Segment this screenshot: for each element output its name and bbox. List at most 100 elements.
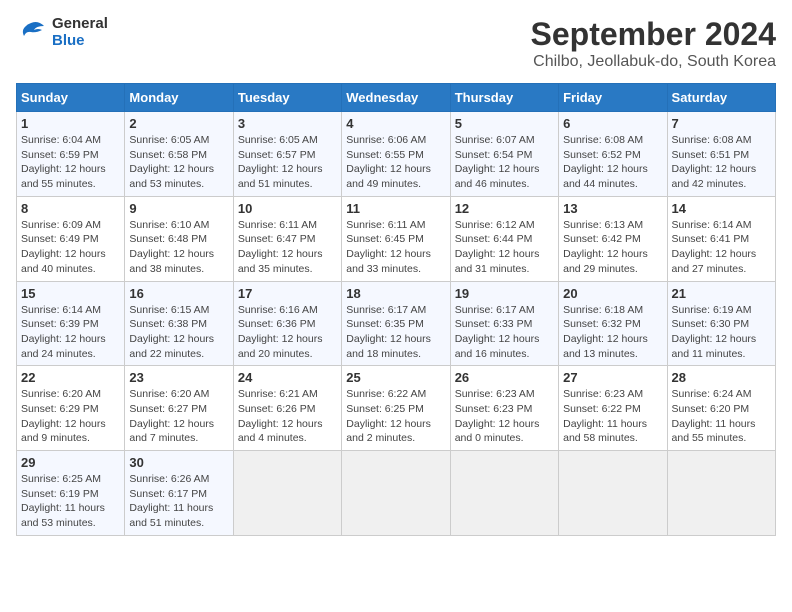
calendar-cell: 12 Sunrise: 6:12 AMSunset: 6:44 PMDayligh… [450,196,558,281]
page-header: General Blue September 2024 Chilbo, Jeol… [16,16,776,71]
calendar-cell: 7 Sunrise: 6:08 AMSunset: 6:51 PMDaylight… [667,112,775,197]
day-number: 23 [129,370,228,385]
calendar-cell: 4Sunrise: 6:06 AMSunset: 6:55 PMDaylight… [342,112,450,197]
day-number: 9 [129,201,228,216]
day-detail: Sunrise: 6:20 AMSunset: 6:27 PMDaylight:… [129,387,228,446]
calendar-table: SundayMondayTuesdayWednesdayThursdayFrid… [16,83,776,536]
calendar-cell: 1 Sunrise: 6:04 AMSunset: 6:59 PMDaylight… [17,112,125,197]
day-detail: Sunrise: 6:08 AMSunset: 6:52 PMDaylight:… [563,133,662,192]
day-number: 5 [455,116,554,131]
calendar-week-row: 22Sunrise: 6:20 AMSunset: 6:29 PMDayligh… [17,366,776,451]
day-detail: Sunrise: 6:12 AMSunset: 6:44 PMDaylight:… [455,218,554,277]
day-number: 22 [21,370,120,385]
day-number: 3 [238,116,337,131]
day-detail: Sunrise: 6:14 AMSunset: 6:41 PMDaylight:… [672,218,771,277]
calendar-week-row: 1 Sunrise: 6:04 AMSunset: 6:59 PMDaylight… [17,112,776,197]
day-number: 15 [21,286,120,301]
day-detail: Sunrise: 6:11 AMSunset: 6:45 PMDaylight:… [346,218,445,277]
calendar-cell: 30 Sunrise: 6:26 AMSunset: 6:17 PMDayligh… [125,451,233,536]
day-detail: Sunrise: 6:17 AMSunset: 6:35 PMDaylight:… [346,303,445,362]
calendar-cell: 6 Sunrise: 6:08 AMSunset: 6:52 PMDaylight… [559,112,667,197]
weekday-header-friday: Friday [559,84,667,112]
day-number: 19 [455,286,554,301]
calendar-cell: 19 Sunrise: 6:17 AMSunset: 6:33 PMDayligh… [450,281,558,366]
day-number: 1 [21,116,120,131]
day-number: 24 [238,370,337,385]
day-number: 21 [672,286,771,301]
day-detail: Sunrise: 6:06 AMSunset: 6:55 PMDaylight:… [346,133,445,192]
day-number: 13 [563,201,662,216]
calendar-cell [450,451,558,536]
logo: General Blue [16,16,108,49]
calendar-cell: 3Sunrise: 6:05 AMSunset: 6:57 PMDaylight… [233,112,341,197]
day-number: 29 [21,455,120,470]
calendar-cell: 18 Sunrise: 6:17 AMSunset: 6:35 PMDayligh… [342,281,450,366]
calendar-cell: 13Sunrise: 6:13 AMSunset: 6:42 PMDayligh… [559,196,667,281]
calendar-cell: 25 Sunrise: 6:22 AMSunset: 6:25 PMDayligh… [342,366,450,451]
weekday-header-wednesday: Wednesday [342,84,450,112]
calendar-cell [233,451,341,536]
day-detail: Sunrise: 6:19 AMSunset: 6:30 PMDaylight:… [672,303,771,362]
day-detail: Sunrise: 6:05 AMSunset: 6:58 PMDaylight:… [129,133,228,192]
title-block: September 2024 Chilbo, Jeollabuk-do, Sou… [531,16,776,71]
logo-text: General Blue [52,16,108,49]
day-number: 20 [563,286,662,301]
day-detail: Sunrise: 6:25 AMSunset: 6:19 PMDaylight:… [21,472,120,531]
day-number: 30 [129,455,228,470]
day-detail: Sunrise: 6:09 AMSunset: 6:49 PMDaylight:… [21,218,120,277]
day-number: 12 [455,201,554,216]
day-number: 7 [672,116,771,131]
day-detail: Sunrise: 6:07 AMSunset: 6:54 PMDaylight:… [455,133,554,192]
logo-wrapper: General Blue [16,16,108,49]
day-detail: Sunrise: 6:17 AMSunset: 6:33 PMDaylight:… [455,303,554,362]
weekday-header-tuesday: Tuesday [233,84,341,112]
day-detail: Sunrise: 6:11 AMSunset: 6:47 PMDaylight:… [238,218,337,277]
weekday-header-saturday: Saturday [667,84,775,112]
day-detail: Sunrise: 6:15 AMSunset: 6:38 PMDaylight:… [129,303,228,362]
day-detail: Sunrise: 6:16 AMSunset: 6:36 PMDaylight:… [238,303,337,362]
day-number: 6 [563,116,662,131]
calendar-cell: 21 Sunrise: 6:19 AMSunset: 6:30 PMDayligh… [667,281,775,366]
calendar-cell: 11 Sunrise: 6:11 AMSunset: 6:45 PMDayligh… [342,196,450,281]
day-detail: Sunrise: 6:18 AMSunset: 6:32 PMDaylight:… [563,303,662,362]
day-number: 11 [346,201,445,216]
calendar-cell [667,451,775,536]
calendar-cell: 22Sunrise: 6:20 AMSunset: 6:29 PMDayligh… [17,366,125,451]
calendar-cell: 24 Sunrise: 6:21 AMSunset: 6:26 PMDayligh… [233,366,341,451]
calendar-cell: 17Sunrise: 6:16 AMSunset: 6:36 PMDayligh… [233,281,341,366]
day-number: 18 [346,286,445,301]
calendar-cell [342,451,450,536]
calendar-cell: 15 Sunrise: 6:14 AMSunset: 6:39 PMDayligh… [17,281,125,366]
day-detail: Sunrise: 6:08 AMSunset: 6:51 PMDaylight:… [672,133,771,192]
day-number: 10 [238,201,337,216]
day-number: 26 [455,370,554,385]
calendar-cell: 16 Sunrise: 6:15 AMSunset: 6:38 PMDayligh… [125,281,233,366]
calendar-week-row: 8Sunrise: 6:09 AMSunset: 6:49 PMDaylight… [17,196,776,281]
calendar-cell: 28Sunrise: 6:24 AMSunset: 6:20 PMDayligh… [667,366,775,451]
day-detail: Sunrise: 6:23 AMSunset: 6:23 PMDaylight:… [455,387,554,446]
weekday-header-sunday: Sunday [17,84,125,112]
weekday-header-row: SundayMondayTuesdayWednesdayThursdayFrid… [17,84,776,112]
day-detail: Sunrise: 6:24 AMSunset: 6:20 PMDaylight:… [672,387,771,446]
calendar-week-row: 29 Sunrise: 6:25 AMSunset: 6:19 PMDayligh… [17,451,776,536]
weekday-header-monday: Monday [125,84,233,112]
day-detail: Sunrise: 6:26 AMSunset: 6:17 PMDaylight:… [129,472,228,531]
calendar-cell: 26 Sunrise: 6:23 AMSunset: 6:23 PMDayligh… [450,366,558,451]
day-detail: Sunrise: 6:23 AMSunset: 6:22 PMDaylight:… [563,387,662,446]
calendar-cell: 29 Sunrise: 6:25 AMSunset: 6:19 PMDayligh… [17,451,125,536]
calendar-week-row: 15 Sunrise: 6:14 AMSunset: 6:39 PMDayligh… [17,281,776,366]
calendar-cell: 27Sunrise: 6:23 AMSunset: 6:22 PMDayligh… [559,366,667,451]
logo-blue: Blue [52,33,108,50]
calendar-cell: 5 Sunrise: 6:07 AMSunset: 6:54 PMDaylight… [450,112,558,197]
day-detail: Sunrise: 6:04 AMSunset: 6:59 PMDaylight:… [21,133,120,192]
day-number: 25 [346,370,445,385]
calendar-cell: 23 Sunrise: 6:20 AMSunset: 6:27 PMDayligh… [125,366,233,451]
calendar-cell: 10 Sunrise: 6:11 AMSunset: 6:47 PMDayligh… [233,196,341,281]
day-number: 2 [129,116,228,131]
day-detail: Sunrise: 6:10 AMSunset: 6:48 PMDaylight:… [129,218,228,277]
day-detail: Sunrise: 6:14 AMSunset: 6:39 PMDaylight:… [21,303,120,362]
day-number: 16 [129,286,228,301]
logo-bird-icon [16,18,46,48]
day-detail: Sunrise: 6:22 AMSunset: 6:25 PMDaylight:… [346,387,445,446]
day-detail: Sunrise: 6:21 AMSunset: 6:26 PMDaylight:… [238,387,337,446]
